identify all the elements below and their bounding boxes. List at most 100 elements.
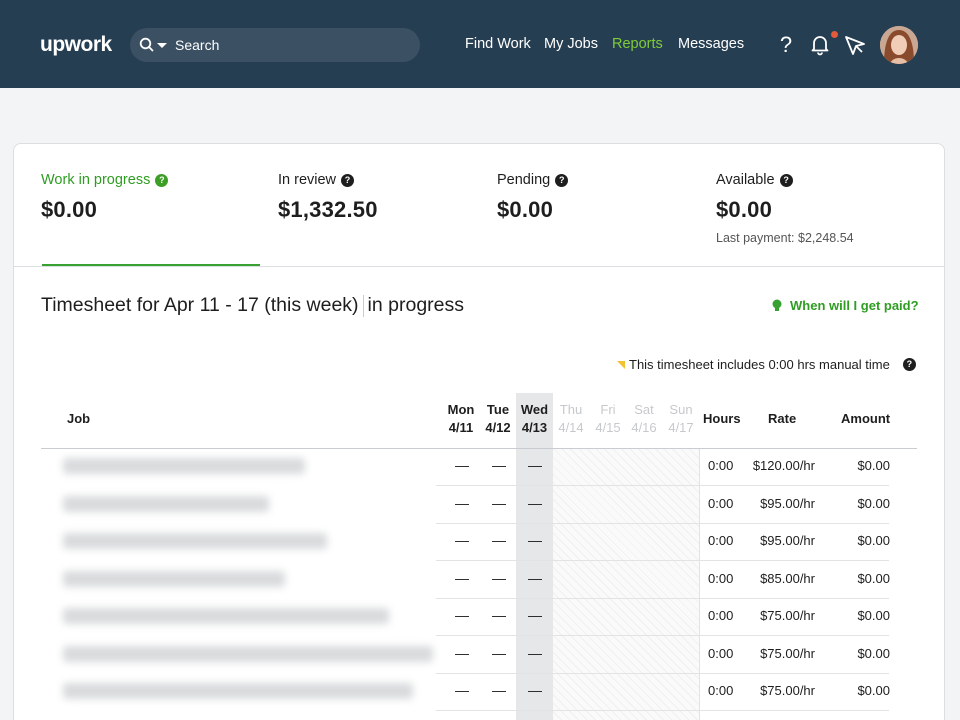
divider (14, 266, 944, 267)
column-header-amount: Amount (841, 411, 891, 426)
nav-messages[interactable]: Messages (678, 36, 744, 52)
stat-label: Pending (497, 172, 551, 188)
today-column-highlight (516, 393, 553, 720)
upwork-logo[interactable]: upwork (40, 33, 112, 57)
user-avatar[interactable] (880, 26, 918, 64)
nav-reports[interactable]: Reports (612, 36, 663, 52)
column-header-wed: Wed 4/13 (520, 402, 549, 435)
row-divider (436, 635, 889, 636)
help-icon[interactable]: ? (155, 173, 169, 187)
search-bar[interactable]: Search (130, 28, 420, 62)
row-hours: 0:00 (708, 645, 734, 661)
column-header-job: Job (67, 411, 91, 426)
stat-available[interactable]: Available ? $0.00 Last payment: $2,248.5… (716, 172, 854, 245)
day-hours-cell[interactable]: — (528, 495, 542, 511)
column-header-tue: Tue 4/12 (485, 402, 511, 435)
future-days-area (553, 449, 699, 720)
row-divider (436, 522, 889, 524)
column-header-sun: Sun 4/17 (668, 402, 694, 435)
direct-contracts-send-icon[interactable] (843, 33, 867, 57)
row-divider (436, 710, 889, 711)
day-hours-cell[interactable]: — (528, 645, 542, 661)
help-icon[interactable]: ? (779, 173, 793, 187)
day-hours-cell[interactable]: — (455, 682, 469, 698)
row-hours: 0:00 (708, 458, 734, 473)
stat-work-in-progress[interactable]: Work in progress ? $0.00 (41, 172, 169, 223)
stat-label: In review (278, 172, 337, 188)
row-amount: $0.00 (857, 570, 890, 586)
row-rate: $75.00/hr (760, 683, 815, 698)
day-hours-cell[interactable]: — (455, 645, 469, 661)
stat-value: $0.00 (41, 197, 98, 222)
row-rate: $75.00/hr (760, 608, 815, 623)
stat-value: $1,332.50 (278, 197, 378, 222)
manual-time-flag-icon (617, 360, 625, 369)
column-header-mon: Mon 4/11 (447, 402, 475, 435)
row-divider (436, 485, 889, 486)
nav-find-work[interactable]: Find Work (465, 36, 531, 52)
day-hours-cell[interactable]: — (528, 457, 542, 473)
day-hours-cell[interactable]: — (528, 607, 542, 623)
day-hours-cell[interactable]: — (528, 682, 542, 698)
day-hours-cell[interactable]: — (455, 607, 469, 623)
column-header-thu: Thu 4/14 (558, 402, 584, 435)
top-navigation-bar: upwork Search Find Work My Jobs Reports … (0, 0, 960, 88)
row-hours: 0:00 (708, 570, 734, 586)
redacted-job-title[interactable] (63, 570, 285, 587)
help-icon[interactable]: ? (902, 358, 916, 371)
help-icon[interactable]: ? (775, 31, 797, 57)
row-rate: $120.00/hr (752, 458, 815, 473)
row-rate: $95.00/hr (760, 495, 815, 511)
column-header-fri: Fri 4/15 (595, 402, 621, 435)
row-rate: $95.00/hr (760, 533, 815, 548)
help-icon[interactable]: ? (555, 173, 569, 187)
redacted-job-title[interactable] (63, 683, 413, 699)
row-amount: $0.00 (857, 683, 890, 698)
row-rate: $75.00/hr (760, 645, 815, 661)
svg-text:?: ? (780, 32, 792, 57)
stat-label: Work in progress (41, 172, 151, 188)
day-hours-cell[interactable]: — (492, 532, 506, 548)
manual-time-note: This timesheet includes 0:00 hrs manual … (617, 357, 916, 372)
row-amount: $0.00 (857, 533, 890, 548)
row-amount: $0.00 (857, 495, 890, 511)
notification-dot (831, 31, 838, 38)
timesheet-status: in progress (367, 294, 465, 316)
day-hours-cell[interactable]: — (528, 570, 542, 586)
day-hours-cell[interactable]: — (455, 457, 469, 473)
redacted-job-title[interactable] (63, 645, 433, 662)
day-hours-cell[interactable]: — (455, 495, 469, 511)
day-hours-cell[interactable]: — (492, 570, 506, 586)
redacted-job-title[interactable] (63, 458, 305, 474)
stat-in-review[interactable]: In review ? $1,332.50 (278, 172, 378, 223)
day-hours-cell[interactable]: — (492, 457, 506, 473)
reports-card: Work in progress ? $0.00 In review ? $1,… (13, 143, 945, 720)
day-hours-cell[interactable]: — (492, 682, 506, 698)
row-amount: $0.00 (857, 458, 890, 473)
row-hours: 0:00 (708, 495, 734, 511)
day-hours-cell[interactable]: — (492, 495, 506, 511)
stat-label: Available (716, 172, 775, 188)
table-header-divider (41, 448, 917, 449)
lightbulb-icon (772, 299, 782, 311)
stat-value: $0.00 (497, 197, 554, 222)
redacted-job-title[interactable] (63, 533, 327, 549)
stat-pending[interactable]: Pending ? $0.00 (497, 172, 569, 223)
day-hours-cell[interactable]: — (528, 532, 542, 548)
row-rate: $85.00/hr (760, 570, 815, 586)
chevron-down-icon[interactable] (156, 37, 168, 53)
day-hours-cell[interactable]: — (455, 532, 469, 548)
column-header-hours: Hours (703, 411, 741, 426)
search-input[interactable]: Search (175, 37, 219, 53)
day-hours-cell[interactable]: — (492, 607, 506, 623)
day-hours-cell[interactable]: — (455, 570, 469, 586)
help-icon[interactable]: ? (341, 173, 355, 187)
row-divider (436, 597, 889, 599)
redacted-job-title[interactable] (63, 608, 389, 624)
nav-my-jobs[interactable]: My Jobs (544, 36, 598, 52)
bell-icon[interactable] (808, 32, 832, 56)
search-icon[interactable] (138, 36, 156, 54)
redacted-job-title[interactable] (63, 495, 269, 512)
when-will-i-get-paid-link[interactable]: When will I get paid? (772, 298, 919, 313)
day-hours-cell[interactable]: — (492, 645, 506, 661)
